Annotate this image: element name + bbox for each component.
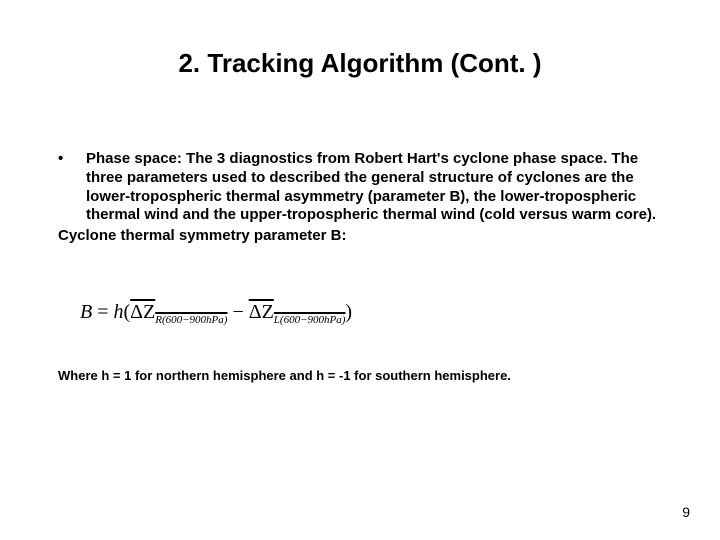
eq-lhs: B [80,301,92,323]
page-number: 9 [682,504,690,520]
eq-term-2: ΔZL(600−900hPa) [249,300,346,326]
eq-term-1: ΔZR(600−900hPa) [130,300,227,326]
post-bullet-text: Cyclone thermal symmetry parameter B: [58,227,662,246]
slide-body: • Phase space: The 3 diagnostics from Ro… [58,150,662,246]
eq-close-paren: ) [345,301,352,323]
bullet-marker: • [58,150,86,225]
eq-dz1-sub: R(600−900hPa) [155,314,227,326]
bullet-text: Phase space: The 3 diagnostics from Robe… [86,150,662,225]
slide-title: 2. Tracking Algorithm (Cont. ) [0,48,720,79]
eq-equals: = [92,301,113,323]
eq-open-paren: ( [124,301,131,323]
slide: 2. Tracking Algorithm (Cont. ) • Phase s… [0,0,720,540]
eq-dz2-sym: ΔZ [249,301,274,323]
eq-dz1-sym: ΔZ [130,301,155,323]
equation: B = h(ΔZR(600−900hPa) − ΔZL(600−900hPa)) [80,300,352,326]
footnote-text: Where h = 1 for northern hemisphere and … [58,368,662,383]
eq-h: h [114,301,124,323]
eq-dz2-sub: L(600−900hPa) [274,314,346,326]
eq-minus: − [227,301,248,323]
bullet-item: • Phase space: The 3 diagnostics from Ro… [58,150,662,225]
